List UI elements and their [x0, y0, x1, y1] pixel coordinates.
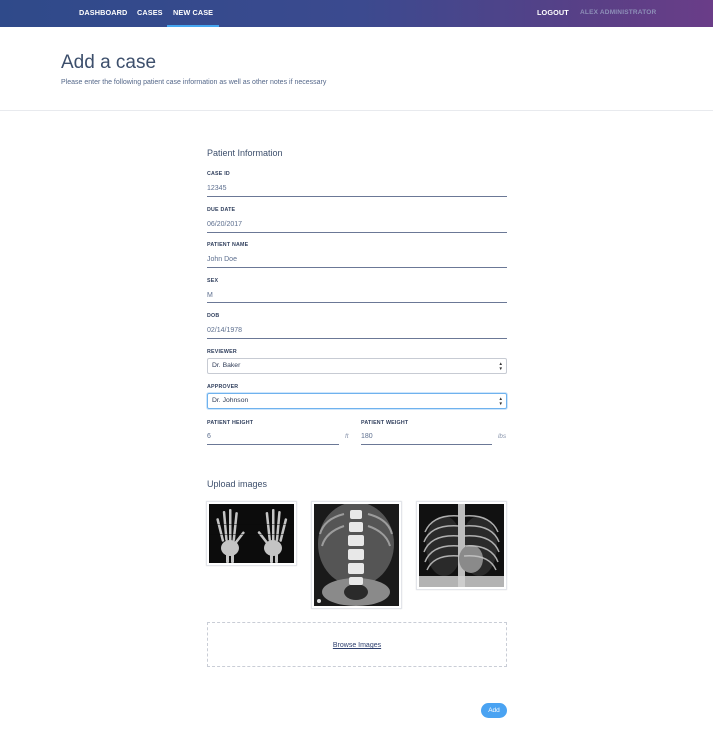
sex-underline: [207, 302, 507, 303]
dob-label: DOB: [207, 313, 220, 319]
hands-xray-thumbnail[interactable]: [206, 501, 297, 566]
height-unit: ft: [345, 433, 349, 440]
select-arrows-icon: ▲ ▼: [498, 361, 503, 371]
patient-height-field[interactable]: 6: [207, 433, 211, 440]
add-button[interactable]: Add: [481, 703, 507, 718]
approver-select[interactable]: Dr. Johnson ▲ ▼: [207, 393, 507, 409]
chest-xray-thumbnail[interactable]: [416, 501, 507, 590]
spine-xray-image: [314, 504, 399, 606]
patient-weight-underline: [361, 444, 492, 445]
dob-field[interactable]: 02/14/1978: [207, 327, 242, 334]
nav-new-case[interactable]: NEW CASE: [166, 0, 220, 27]
select-arrows-icon: ▲ ▼: [498, 396, 503, 406]
reviewer-selected-value: Dr. Baker: [212, 362, 241, 369]
page-subtitle: Please enter the following patient case …: [61, 79, 327, 86]
spine-xray-thumbnail[interactable]: [311, 501, 402, 609]
page-title: Add a case: [61, 52, 157, 73]
patient-name-field[interactable]: John Doe: [207, 256, 237, 263]
case-id-underline: [207, 196, 507, 197]
patient-name-label: PATIENT NAME: [207, 242, 249, 248]
case-id-label: CASE ID: [207, 171, 230, 177]
patient-height-label: PATIENT HEIGHT: [207, 420, 254, 426]
patient-information-title: Patient Information: [207, 148, 283, 158]
patient-height-underline: [207, 444, 339, 445]
image-dropzone[interactable]: Browse Images: [207, 622, 507, 667]
patient-weight-field[interactable]: 180: [361, 433, 373, 440]
approver-selected-value: Dr. Johnson: [212, 397, 249, 404]
user-name[interactable]: ALEX ADMINISTRATOR: [580, 0, 656, 27]
reviewer-label: REVIEWER: [207, 349, 237, 355]
case-id-field[interactable]: 12345: [207, 185, 226, 192]
reviewer-select[interactable]: Dr. Baker ▲ ▼: [207, 358, 507, 374]
dob-underline: [207, 338, 507, 339]
sex-field[interactable]: M: [207, 292, 213, 299]
nav-cases[interactable]: CASES: [137, 0, 163, 27]
upload-images-title: Upload images: [207, 479, 268, 489]
browse-images-link[interactable]: Browse Images: [208, 642, 506, 649]
sex-label: SEX: [207, 278, 219, 284]
due-date-field[interactable]: 06/20/2017: [207, 221, 242, 228]
due-date-label: DUE DATE: [207, 207, 236, 213]
patient-weight-label: PATIENT WEIGHT: [361, 420, 409, 426]
top-navbar: DASHBOARD CASES NEW CASE LOGOUT ALEX ADM…: [0, 0, 713, 27]
approver-label: APPROVER: [207, 384, 239, 390]
hands-xray-image: [209, 504, 294, 563]
logout-link[interactable]: LOGOUT: [537, 0, 569, 27]
chest-xray-image: [419, 504, 504, 587]
weight-unit: lbs: [498, 433, 507, 440]
nav-dashboard[interactable]: DASHBOARD: [79, 0, 127, 27]
patient-name-underline: [207, 267, 507, 268]
due-date-underline: [207, 232, 507, 233]
